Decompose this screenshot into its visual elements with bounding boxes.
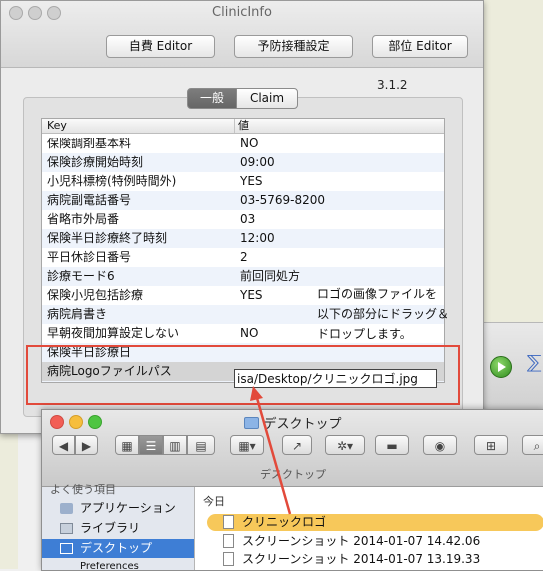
table-cell-key: 小児科標榜(特例時間外) [47, 174, 177, 188]
icon-view-button[interactable]: ▦ [115, 435, 139, 455]
table-cell-value: YES [240, 174, 263, 188]
file-name: スクリーンショット 2014-01-07 14.42.06 [242, 534, 481, 548]
annotation-line: 以下の部分にドラッグ＆ [317, 307, 450, 321]
sidebar-item-library[interactable]: ライブラリ [42, 519, 194, 538]
version-label: 3.1.2 [377, 78, 408, 92]
finder-window: デスクトップ ◀ ▶ ▦ ☰ ▥ ▤ ▦▾ ↗ ✲▾ ▬ ◉ ⊞ ⌕ デスクトッ… [41, 409, 543, 571]
table-cell-key: 平日休診日番号 [47, 250, 132, 264]
annotation-line: ロゴの画像ファイルを [317, 287, 438, 301]
new-folder-icon[interactable]: ⊞ [474, 435, 508, 455]
table-cell-value: YES [240, 288, 263, 302]
image-file-icon [223, 552, 234, 566]
arrange-button[interactable]: ▦▾ [230, 435, 264, 455]
list-group-header: 今日 [203, 495, 225, 508]
file-item[interactable]: スクリーンショット 2014-01-07 14.42.06 [195, 533, 543, 550]
table-header: Key 値 [42, 119, 444, 134]
path-label: デスクトップ [260, 468, 326, 481]
jihi-editor-button[interactable]: 自費 Editor [106, 35, 215, 58]
sidebar-item-label: デスクトップ [80, 541, 153, 555]
body-part-editor-button[interactable]: 部位 Editor [372, 35, 468, 58]
table-cell-value: 2 [240, 250, 248, 264]
table-row[interactable]: 保険診療開始時刻 09:00 [42, 153, 444, 172]
folder-icon [244, 417, 260, 429]
sidebar-item-label: Preferences [80, 562, 139, 571]
table-row[interactable]: 保険半日診療終了時刻 12:00 [42, 229, 444, 248]
table-cell-value: NO [240, 326, 259, 340]
table-row[interactable]: 病院副電話番号 03-5769-8200 [42, 191, 444, 210]
tab-general[interactable]: 一般 [187, 88, 237, 109]
column-header-value[interactable]: 値 [238, 119, 249, 133]
sidebar-item-label: アプリケーション [80, 501, 176, 515]
back-button[interactable]: ◀ [52, 435, 75, 455]
finder-sidebar: よく使う項目 アプリケーション ライブラリ デスクトップ Preferences [42, 483, 195, 571]
applications-icon [60, 503, 73, 514]
table-row[interactable]: 小児科標榜(特例時間外) YES [42, 172, 444, 191]
window-title: ClinicInfo [212, 5, 272, 20]
desktop-icon [60, 543, 73, 554]
finder-title-text: デスクトップ [263, 417, 342, 432]
file-item[interactable]: スクリーンショット 2014-01-07 13.19.33 [195, 551, 543, 568]
table-cell-value: 03 [240, 212, 256, 226]
sidebar-item-label: ライブラリ [80, 521, 141, 535]
tab-claim[interactable]: Claim [236, 88, 298, 109]
folder-icon [60, 523, 73, 534]
table-cell-key: 診療モード6 [47, 269, 115, 283]
table-cell-value: 12:00 [240, 231, 275, 245]
table-cell-key: 病院副電話番号 [47, 193, 132, 207]
image-file-icon [223, 515, 234, 529]
table-cell-key: 保険診療開始時刻 [47, 155, 144, 169]
table-cell-value: 03-5769-8200 [240, 193, 326, 207]
finder-title: デスクトップ [42, 413, 543, 432]
sidebar-item-preferences[interactable]: Preferences [42, 562, 194, 571]
column-divider [234, 119, 235, 133]
quicklook-eye-icon[interactable]: ◉ [423, 435, 457, 455]
sidebar-item-applications[interactable]: アプリケーション [42, 499, 194, 518]
logo-path-field[interactable]: isa/Desktop/クリニックロゴ.jpg [234, 369, 437, 388]
share-icon[interactable]: ↗ [282, 435, 312, 455]
file-item[interactable]: クリニックロゴ [207, 514, 543, 531]
play-icon[interactable] [490, 356, 512, 378]
table-cell-key: 省略市外局番 [47, 212, 120, 226]
file-list: 今日 クリニックロゴ スクリーンショット 2014-01-07 14.42.06… [195, 487, 543, 570]
table-cell-key: 保険小児包括診療 [47, 288, 144, 302]
table-row[interactable]: 省略市外局番 03 [42, 210, 444, 229]
column-view-button[interactable]: ▥ [163, 435, 187, 455]
column-header-key[interactable]: Key [47, 119, 67, 133]
search-icon[interactable]: ⌕ [522, 435, 543, 455]
gear-icon[interactable]: ✲▾ [325, 435, 365, 455]
forward-button[interactable]: ▶ [75, 435, 98, 455]
list-view-button[interactable]: ☰ [139, 435, 163, 455]
annotation-text: ロゴの画像ファイルを 以下の部分にドラッグ＆ ドロップします。 [317, 284, 487, 344]
partial-app-icon: ⅀ [527, 352, 542, 373]
table-cell-value: 前回同処方 [240, 269, 301, 283]
table-cell-key: 病院肩書き [47, 307, 108, 321]
table-cell-key: 早朝夜間加算設定しない [47, 326, 180, 340]
table-row[interactable]: 平日休診日番号 2 [42, 248, 444, 267]
tag-button[interactable]: ▬ [375, 435, 409, 455]
vaccination-settings-button[interactable]: 予防接種設定 [234, 35, 353, 58]
image-file-icon [223, 534, 234, 548]
coverflow-view-button[interactable]: ▤ [187, 435, 215, 455]
sidebar-header: よく使う項目 [50, 483, 116, 496]
table-cell-value: 09:00 [240, 155, 275, 169]
annotation-line: ドロップします。 [317, 327, 412, 341]
table-cell-key: 保険半日診療終了時刻 [47, 231, 168, 245]
file-name: クリニックロゴ [242, 515, 327, 529]
file-name: スクリーンショット 2014-01-07 13.19.33 [242, 552, 481, 566]
sidebar-item-desktop[interactable]: デスクトップ [42, 539, 194, 558]
